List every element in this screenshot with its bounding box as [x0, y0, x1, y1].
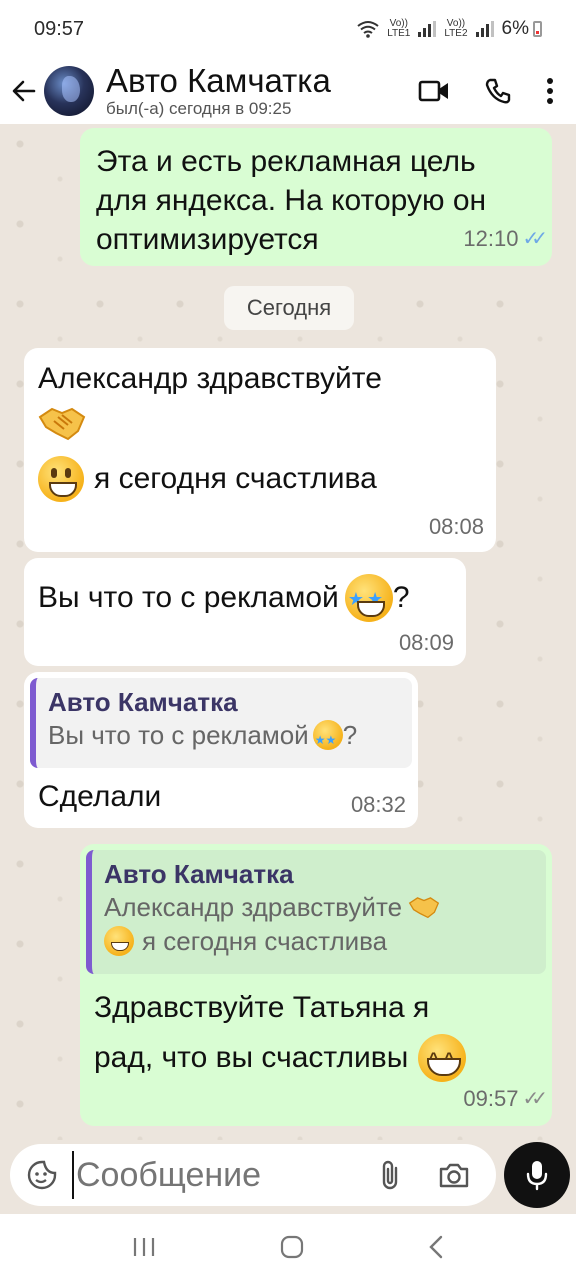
message-bubble-outgoing-reply[interactable]: Авто Камчатка Александр здравствуйте я с…: [80, 844, 552, 1126]
system-nav-bar: [0, 1214, 576, 1280]
message-emoji-line: я сегодня счастлива: [38, 456, 482, 502]
signal2-icon: [475, 21, 494, 37]
battery-icon: [533, 21, 542, 37]
text-cursor: [72, 1151, 74, 1199]
back-button[interactable]: [4, 58, 44, 124]
message-bubble-outgoing[interactable]: Эта и есть рекламная цель для яндекса. Н…: [80, 128, 552, 266]
message-text: Эта и есть рекламная цель для яндекса. Н…: [96, 145, 487, 256]
message-timestamp: 12:10: [463, 226, 519, 251]
message-text: рад, что вы счастливы: [94, 1041, 409, 1074]
quoted-text-line: я сегодня счастлива: [104, 924, 534, 958]
message-timestamp: 08:09: [398, 630, 454, 655]
status-time: 09:57: [34, 17, 85, 40]
battery-level: 6%: [501, 18, 529, 39]
message-input[interactable]: [76, 1155, 366, 1195]
date-divider: Сегодня: [224, 286, 354, 330]
message-timestamp: 08:32: [350, 792, 406, 817]
message-content: Вы что то с рекламой ?: [38, 574, 452, 622]
sim1-label: Vo)) LTE1: [387, 18, 411, 39]
star-struck-emoji: [312, 720, 343, 757]
attach-icon[interactable]: [378, 1158, 402, 1192]
smiley-emoji: [38, 456, 84, 502]
battery-indicator: 6%: [502, 18, 542, 40]
sticker-emoji-icon[interactable]: [26, 1159, 58, 1191]
camera-icon[interactable]: [438, 1161, 470, 1189]
message-text: Вы что то с рекламой: [38, 581, 339, 614]
voice-message-button[interactable]: [504, 1142, 570, 1208]
message-timestamp: 08:08: [428, 514, 484, 539]
quoted-sender: Авто Камчатка: [48, 687, 238, 717]
message-time: 08:09: [399, 624, 454, 662]
message-timestamp: 09:57: [463, 1086, 519, 1111]
video-call-icon[interactable]: [418, 79, 450, 103]
message-text-line: я сегодня счастлива: [94, 462, 377, 495]
message-text-suffix: ?: [392, 581, 410, 614]
avatar[interactable]: [44, 66, 94, 116]
message-list[interactable]: Эта и есть рекламная цель для яндекса. Н…: [0, 124, 576, 1140]
composer: [0, 1140, 576, 1214]
message-text: Сделали: [38, 780, 162, 813]
star-struck-emoji: [344, 574, 393, 622]
back-arrow-icon: [12, 80, 36, 102]
message-input-box[interactable]: [10, 1144, 496, 1206]
message-time: 09:57 ✓✓: [463, 1080, 547, 1118]
signal1-icon: [418, 21, 437, 37]
message-time: 12:10 ✓✓: [463, 220, 547, 258]
more-options-icon[interactable]: [546, 77, 554, 105]
message-text-line: Александр здравствуйте: [38, 362, 382, 395]
last-seen: был(-а) сегодня в 09:25: [106, 99, 292, 118]
quoted-text-line: Александр здравствуйте: [104, 890, 534, 924]
sim2-label: Vo)) LTE2: [444, 18, 468, 39]
wifi-icon: [357, 21, 379, 38]
quoted-text: Александр здравствуйте: [104, 892, 403, 922]
status-bar: 09:57 Vo)) LTE1 Vo)) LTE2 6%: [0, 0, 576, 58]
message-time: 08:32: [351, 786, 406, 824]
quoted-text-suffix: ?: [342, 720, 358, 750]
grinning-emoji: [418, 1034, 467, 1082]
handshake-icon: [38, 407, 86, 441]
message-text-line: рад, что вы счастливы: [94, 1034, 467, 1082]
quoted-message[interactable]: Авто Камчатка Вы что то с рекламой ?: [30, 678, 412, 768]
header-actions: [418, 77, 554, 105]
read-ticks-icon: ✓✓: [522, 228, 547, 250]
status-icons: Vo)) LTE1 Vo)) LTE2 6%: [357, 18, 542, 40]
delivered-ticks-icon: ✓✓: [522, 1088, 547, 1110]
microphone-icon: [526, 1161, 548, 1191]
quoted-message[interactable]: Авто Камчатка Александр здравствуйте я с…: [86, 850, 546, 974]
voice-call-icon[interactable]: [484, 77, 512, 105]
nav-back-icon[interactable]: [428, 1235, 444, 1259]
quoted-text: Вы что то с рекламой: [48, 720, 309, 750]
handshake-icon: [408, 897, 440, 919]
handshake-emoji: [38, 398, 482, 448]
message-bubble-incoming[interactable]: Александр здравствуйте я сегодня счастли…: [24, 348, 496, 552]
quoted-text-line: Вы что то с рекламой ?: [48, 718, 400, 757]
message-bubble-incoming-reply[interactable]: Авто Камчатка Вы что то с рекламой ? Сде…: [24, 672, 418, 828]
quoted-sender: Авто Камчатка: [104, 859, 294, 889]
quoted-text: я сегодня счастлива: [142, 926, 388, 956]
message-bubble-incoming[interactable]: Вы что то с рекламой ? 08:09: [24, 558, 466, 666]
message-text-line: Здравствуйте Татьяна я: [94, 991, 430, 1024]
chat-header: Авто Камчатка был(-а) сегодня в 09:25: [0, 58, 576, 124]
recent-apps-icon[interactable]: [132, 1236, 156, 1258]
message-time: 08:08: [429, 508, 484, 546]
home-icon[interactable]: [280, 1235, 304, 1259]
contact-info[interactable]: Авто Камчатка был(-а) сегодня в 09:25: [106, 63, 418, 119]
contact-name: Авто Камчатка: [106, 62, 331, 99]
smiley-emoji: [104, 926, 134, 956]
